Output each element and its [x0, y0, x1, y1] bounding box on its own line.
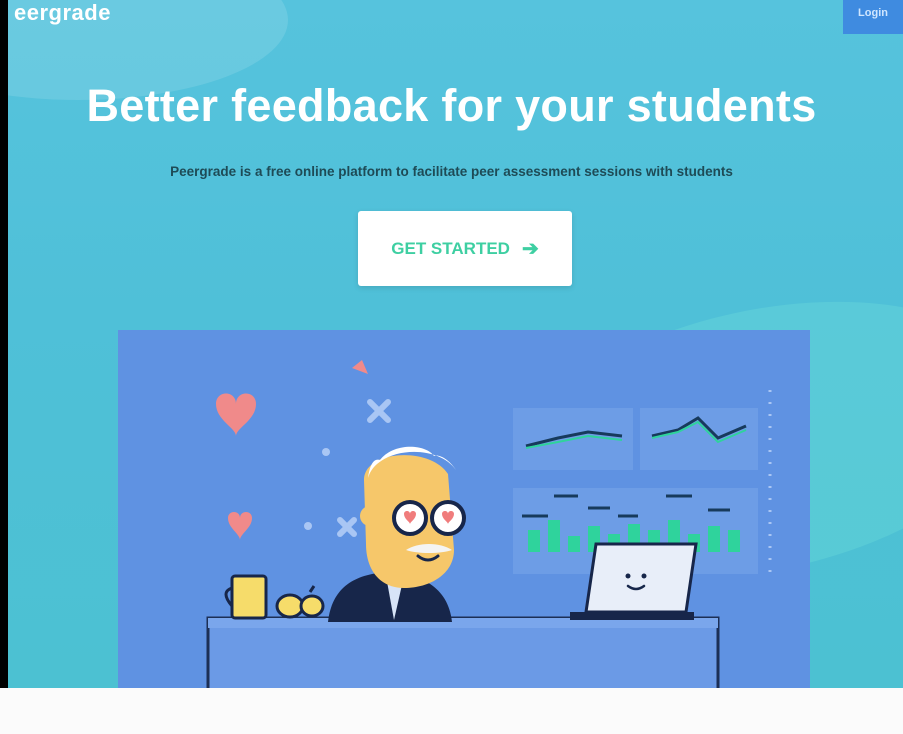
- brand-logo[interactable]: eergrade: [14, 0, 111, 26]
- page-bottom-strip: [0, 688, 903, 734]
- get-started-label: GET STARTED: [391, 238, 510, 258]
- hero-title: Better feedback for your students: [86, 80, 817, 131]
- hero-subtitle: Peergrade is a free online platform to f…: [170, 164, 733, 179]
- hero-illustration: [118, 330, 810, 722]
- mug-icon: [224, 574, 268, 620]
- arrow-right-icon: ➔: [521, 238, 539, 260]
- get-started-button[interactable]: GET STARTED ➔: [358, 211, 572, 286]
- chart-card-left: [513, 408, 633, 470]
- chart-card-right: [640, 408, 758, 470]
- login-button[interactable]: Login: [843, 0, 903, 34]
